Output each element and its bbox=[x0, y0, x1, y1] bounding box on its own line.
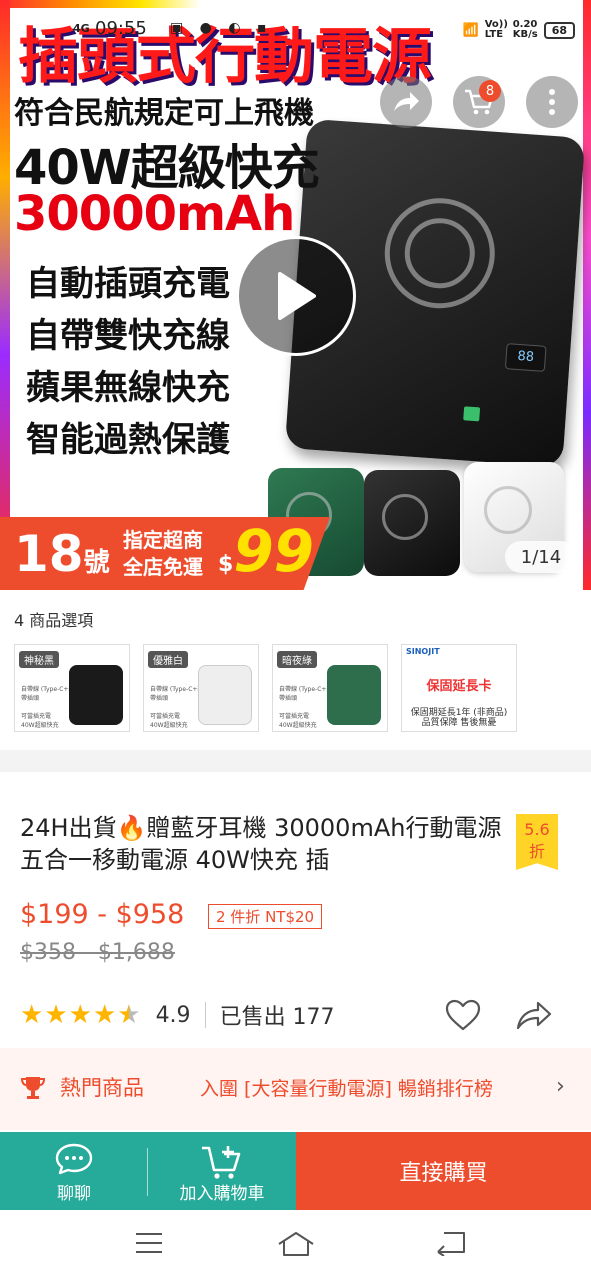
option-device-image bbox=[327, 665, 381, 725]
home-icon[interactable] bbox=[276, 1230, 316, 1258]
app-root: 插頭式行動電源 符合民航規定可上飛機 40W超級快充 30000mAh 自動插頭… bbox=[0, 0, 591, 1280]
wireless-wave bbox=[484, 486, 532, 534]
discount-value: 5.6 bbox=[524, 820, 550, 839]
rating-divider bbox=[204, 1002, 206, 1028]
promo-currency: $ bbox=[218, 552, 234, 577]
display-icon: 88 bbox=[504, 343, 547, 372]
play-video-button[interactable] bbox=[236, 236, 356, 356]
play-icon bbox=[278, 272, 316, 320]
star-icon: ★ bbox=[20, 1000, 44, 1030]
add-cart-icon bbox=[202, 1146, 241, 1179]
star-half-icon: ★ bbox=[117, 1000, 141, 1030]
promo-day: 18號 bbox=[14, 527, 110, 590]
notification-icons: ▣ ● ◐ ▪ bbox=[170, 20, 273, 36]
hot-ranking-bar[interactable]: 熱門商品 入圍 [大容量行動電源] 暢銷排行榜 › bbox=[0, 1048, 591, 1130]
rating-value: 4.9 bbox=[155, 1002, 191, 1028]
trophy-icon bbox=[20, 1077, 46, 1099]
buy-now-button[interactable]: 直接購買 bbox=[296, 1132, 591, 1210]
share-icon bbox=[516, 1001, 552, 1030]
share-overlay-button[interactable] bbox=[380, 76, 432, 128]
option-card-warranty[interactable]: SINOJIT 保固延長卡 保固期延長1年 (非商品) 品質保障 售後無憂 bbox=[401, 644, 517, 732]
hot-ranking-text: 入圍 [大容量行動電源] 暢銷排行榜 bbox=[200, 1078, 493, 1100]
add-to-cart-label: 加入購物車 bbox=[179, 1184, 265, 1204]
original-price: $358 - $1,688 bbox=[20, 940, 175, 965]
share-arrow-icon bbox=[394, 92, 419, 111]
image-counter: 1/14 bbox=[505, 541, 577, 573]
hero-line-airline: 符合民航規定可上飛機 bbox=[14, 96, 314, 131]
like-button[interactable] bbox=[444, 998, 482, 1034]
sold-count: 已售出 177 bbox=[219, 1005, 335, 1030]
wireless-wave bbox=[382, 494, 428, 540]
section-separator bbox=[0, 750, 591, 772]
status-bar: 4G 09:55 ▣ ● ◐ ▪ 📶 Vo)) LTE 0.20 KB/s 68 bbox=[0, 18, 591, 44]
usb-port-icon bbox=[463, 406, 481, 422]
more-vertical-icon bbox=[549, 89, 555, 115]
hero-decoration-left bbox=[0, 0, 10, 590]
option-card-green[interactable]: 暗夜綠 自帶線 (Type-C+蘋果) 帶插頭 可當插充電 40W超級快充 QC… bbox=[272, 644, 388, 732]
star-icon: ★ bbox=[92, 1000, 117, 1030]
heart-icon bbox=[445, 999, 481, 1031]
warranty-logo: SINOJIT bbox=[406, 647, 440, 656]
option-tag: 神秘黑 bbox=[19, 651, 59, 668]
option-card-black[interactable]: 神秘黑 自帶線 (Type-C+蘋果) 帶插頭 可當插充電 40W超級快充 QC… bbox=[14, 644, 130, 732]
cart-overlay-button[interactable]: 8 bbox=[453, 76, 505, 128]
product-image-carousel[interactable]: 插頭式行動電源 符合民航規定可上飛機 40W超級快充 30000mAh 自動插頭… bbox=[0, 0, 591, 590]
option-tag: 暗夜綠 bbox=[277, 651, 317, 668]
warranty-title: 保固延長卡 bbox=[426, 679, 492, 694]
hero-features: 自動插頭充電 自帶雙快充線 蘋果無線快充 智能過熱保護 bbox=[26, 258, 230, 466]
hero-line-capacity: 30000mAh bbox=[14, 186, 295, 242]
battery-indicator: 68 bbox=[543, 21, 575, 39]
hot-label: 熱門商品 bbox=[60, 1076, 144, 1100]
options-title: 4 商品選項 bbox=[14, 611, 94, 630]
promo-banner: 18號 指定超商 全店免運 $99起 bbox=[0, 517, 330, 590]
hero-decoration-right bbox=[583, 0, 591, 590]
hero-feature: 自動插頭充電 bbox=[26, 264, 230, 304]
menu-icon[interactable] bbox=[134, 1230, 164, 1256]
signal-icon: 📶 bbox=[462, 22, 479, 38]
hero-feature: 蘋果無線快充 bbox=[26, 368, 230, 408]
product-price: $199 - $958 bbox=[20, 899, 185, 930]
star-icon: ★ bbox=[68, 1000, 92, 1030]
warranty-footer: 品質保障 售後無憂 bbox=[421, 718, 497, 728]
promo-price-value: 99 bbox=[233, 517, 315, 585]
discount-badge: 5.6 折 bbox=[516, 814, 558, 870]
back-icon[interactable] bbox=[434, 1230, 468, 1256]
chat-icon bbox=[55, 1143, 93, 1175]
option-device-image bbox=[69, 665, 123, 725]
option-device-image bbox=[198, 665, 252, 725]
discount-unit: 折 bbox=[528, 842, 545, 861]
option-card-white[interactable]: 優雅白 自帶線 (Type-C+蘋果) 帶插頭 可當插充電 40W超級快充 QC… bbox=[143, 644, 259, 732]
action-bar: 聊聊 加入購物車 直接購買 bbox=[0, 1132, 591, 1210]
status-right: 📶 Vo)) LTE 0.20 KB/s 68 bbox=[463, 20, 575, 40]
star-icon: ★ bbox=[44, 1000, 68, 1030]
network-speed: 0.20 KB/s bbox=[512, 19, 538, 40]
network-indicator: 4G bbox=[73, 22, 90, 35]
add-to-cart-button[interactable]: 加入購物車 bbox=[148, 1132, 296, 1210]
option-tag: 優雅白 bbox=[148, 651, 188, 668]
system-navigation-bar bbox=[0, 1210, 591, 1280]
product-device-black-small bbox=[364, 470, 460, 576]
bundle-discount-badge[interactable]: 2 件折 NT$20 bbox=[208, 904, 323, 929]
chat-button[interactable]: 聊聊 bbox=[0, 1132, 148, 1210]
promo-day-number: 18 bbox=[14, 525, 84, 583]
more-options-button[interactable] bbox=[526, 76, 578, 128]
cart-count-badge: 8 bbox=[479, 80, 501, 102]
share-button[interactable] bbox=[514, 998, 554, 1034]
chat-label: 聊聊 bbox=[57, 1184, 91, 1204]
chevron-right-icon: › bbox=[556, 1074, 565, 1099]
promo-line: 指定超商 bbox=[123, 528, 203, 552]
promo-text: 指定超商 全店免運 bbox=[123, 527, 203, 581]
volte-indicator: Vo)) LTE bbox=[484, 19, 508, 40]
hero-feature: 智能過熱保護 bbox=[26, 420, 230, 460]
promo-line: 全店免運 bbox=[123, 555, 203, 579]
promo-day-suffix: 號 bbox=[83, 548, 110, 578]
status-time: 09:55 bbox=[95, 18, 147, 39]
rating-row[interactable]: ★ ★ ★ ★ ★ 4.9 已售出 177 bbox=[20, 998, 335, 1032]
hero-feature: 自帶雙快充線 bbox=[26, 316, 230, 356]
product-title: 24H出貨🔥贈藍牙耳機 30000mAh行動電源 五合一移動電源 40W快充 插 bbox=[20, 814, 502, 874]
